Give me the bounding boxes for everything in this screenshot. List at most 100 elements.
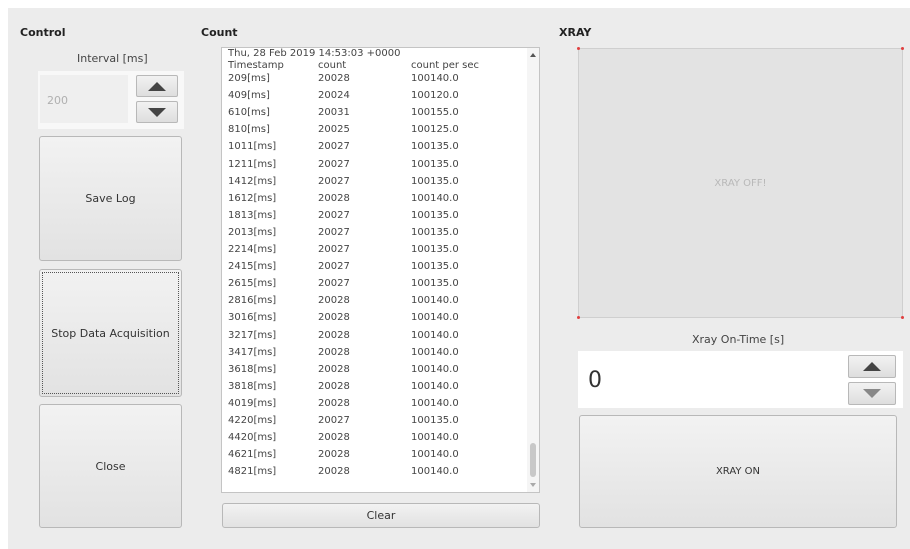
log-scrollbar[interactable] [527, 48, 539, 492]
table-row: 1412[ms] 20027 100135.0 [222, 175, 522, 188]
table-row: 4220[ms] 20027 100135.0 [222, 414, 522, 427]
count-per-sec-cell: 100140.0 [411, 380, 459, 392]
table-row: 1813[ms] 20027 100135.0 [222, 209, 522, 222]
timestamp-cell: 1612[ms] [228, 192, 277, 204]
count-cell: 20028 [318, 312, 350, 324]
count-per-sec-cell: 100135.0 [411, 141, 459, 153]
header-timestamp: Timestamp [228, 60, 284, 71]
table-row: 610[ms] 20031 100155.0 [222, 106, 522, 119]
save-log-button[interactable]: Save Log [39, 136, 182, 261]
count-per-sec-cell: 100140.0 [411, 363, 459, 375]
xray-ontime-value: 0 [588, 368, 602, 393]
count-cell: 20028 [318, 466, 350, 478]
count-cell: 20027 [318, 141, 350, 153]
stop-data-acquisition-button[interactable]: Stop Data Acquisition [39, 269, 182, 397]
corner-marker [577, 316, 580, 319]
count-per-sec-cell: 100140.0 [411, 346, 459, 358]
interval-down-button[interactable] [136, 101, 178, 123]
xray-ontime-spinbox[interactable]: 0 [578, 351, 903, 408]
timestamp-cell: 3016[ms] [228, 312, 277, 324]
save-log-label: Save Log [85, 192, 136, 205]
table-row: 4621[ms] 20028 100140.0 [222, 448, 522, 461]
stop-data-acquisition-label: Stop Data Acquisition [51, 326, 170, 340]
count-cell: 20027 [318, 226, 350, 238]
clear-label: Clear [366, 509, 396, 522]
count-per-sec-cell: 100120.0 [411, 90, 459, 102]
triangle-down-icon [148, 107, 166, 117]
table-row: 2816[ms] 20028 100140.0 [222, 294, 522, 307]
table-row: 3818[ms] 20028 100140.0 [222, 380, 522, 393]
count-log[interactable]: Thu, 28 Feb 2019 14:53:03 +0000 Timestam… [221, 47, 540, 493]
timestamp-cell: 3217[ms] [228, 329, 277, 341]
scroll-down-icon[interactable] [530, 483, 536, 487]
timestamp-cell: 610[ms] [228, 107, 270, 119]
close-button[interactable]: Close [39, 404, 182, 528]
count-cell: 20027 [318, 261, 350, 273]
timestamp-cell: 2615[ms] [228, 278, 277, 290]
count-per-sec-cell: 100140.0 [411, 397, 459, 409]
count-per-sec-cell: 100125.0 [411, 124, 459, 136]
interval-label: Interval [ms] [77, 52, 148, 65]
count-per-sec-cell: 100140.0 [411, 466, 459, 478]
count-cell: 20028 [318, 380, 350, 392]
count-cell: 20027 [318, 244, 350, 255]
timestamp-cell: 810[ms] [228, 124, 270, 136]
timestamp-cell: 3618[ms] [228, 363, 277, 375]
interval-up-button[interactable] [136, 75, 178, 97]
timestamp-cell: 2816[ms] [228, 295, 277, 307]
table-row: 4019[ms] 20028 100140.0 [222, 397, 522, 410]
timestamp-cell: 2415[ms] [228, 261, 277, 273]
interval-spinbox: 200 [38, 71, 184, 129]
count-cell: 20027 [318, 175, 350, 187]
count-cell: 20028 [318, 449, 350, 461]
table-row: 1211[ms] 20027 100135.0 [222, 158, 522, 171]
timestamp-cell: 3818[ms] [228, 380, 277, 392]
table-row: 3217[ms] 20028 100140.0 [222, 329, 522, 342]
count-section-title: Count [201, 26, 238, 39]
xray-on-label: XRAY ON [715, 466, 761, 477]
close-label: Close [95, 459, 126, 473]
count-cell: 20027 [318, 158, 350, 170]
count-cell: 20028 [318, 346, 350, 358]
count-per-sec-cell: 100135.0 [411, 244, 459, 255]
table-row: 209[ms] 20028 100140.0 [222, 72, 522, 85]
count-per-sec-cell: 100135.0 [411, 261, 459, 273]
table-row: 810[ms] 20025 100125.0 [222, 123, 522, 136]
timestamp-cell: 4821[ms] [228, 466, 277, 478]
count-cell: 20028 [318, 192, 350, 204]
count-per-sec-cell: 100135.0 [411, 158, 459, 170]
xray-ontime-label: Xray On-Time [s] [692, 333, 785, 346]
corner-marker [577, 47, 580, 50]
control-section-title: Control [20, 26, 66, 39]
count-per-sec-cell: 100140.0 [411, 432, 459, 444]
interval-value: 200 [47, 94, 68, 107]
xray-on-button[interactable]: XRAY ON [579, 415, 897, 528]
timestamp-cell: 1813[ms] [228, 209, 277, 221]
count-cell: 20027 [318, 415, 350, 426]
table-row: 2013[ms] 20027 100135.0 [222, 226, 522, 239]
timestamp-cell: 4621[ms] [228, 449, 277, 461]
count-per-sec-cell: 100135.0 [411, 175, 459, 187]
table-row: 3618[ms] 20028 100140.0 [222, 363, 522, 376]
count-per-sec-cell: 100135.0 [411, 209, 459, 221]
count-per-sec-cell: 100140.0 [411, 329, 459, 341]
log-date-line: Thu, 28 Feb 2019 14:53:03 +0000 [228, 48, 401, 59]
ontime-up-button[interactable] [848, 355, 896, 378]
clear-button[interactable]: Clear [222, 503, 540, 528]
timestamp-cell: 3417[ms] [228, 346, 277, 358]
table-row: 409[ms] 20024 100120.0 [222, 89, 522, 102]
triangle-up-icon [148, 81, 166, 91]
timestamp-cell: 1412[ms] [228, 175, 277, 187]
timestamp-cell: 1211[ms] [228, 158, 277, 170]
header-count-per-sec: count per sec [411, 60, 480, 71]
timestamp-cell: 4019[ms] [228, 397, 277, 409]
count-per-sec-cell: 100135.0 [411, 226, 459, 238]
scroll-up-icon[interactable] [530, 53, 536, 57]
count-cell: 20031 [318, 107, 350, 119]
ontime-down-button[interactable] [848, 382, 896, 405]
triangle-down-icon [863, 389, 881, 398]
scroll-thumb[interactable] [530, 443, 536, 477]
log-header-row: Timestamp count count per sec [222, 59, 522, 72]
xray-status-display: XRAY OFF! [578, 48, 903, 318]
corner-marker [901, 316, 904, 319]
